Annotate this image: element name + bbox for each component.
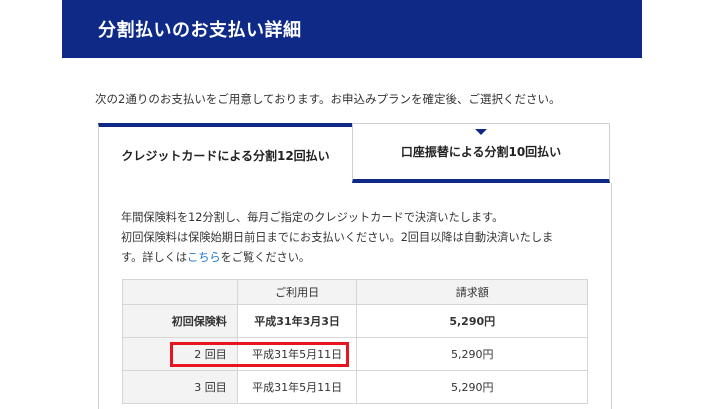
- column-header: [122, 279, 238, 305]
- tab-credit-card-12[interactable]: クレジットカードによる分割12回払い: [98, 123, 352, 183]
- row-label: 初回保険料: [122, 304, 238, 338]
- payment-schedule-table: ご利用日 請求額 初回保険料 平成31年3月3日 5,290円 2 回目 平成3…: [122, 279, 588, 404]
- table-row: 3 回目 平成31年5月11日 5,290円: [122, 370, 588, 404]
- column-header: 請求額: [356, 279, 588, 305]
- table-header-row: ご利用日 請求額: [122, 279, 588, 305]
- row-amount: 5,290円: [356, 337, 588, 371]
- table-row: 初回保険料 平成31年3月3日 5,290円: [122, 304, 588, 338]
- page-title: 分割払いのお支払い詳細: [98, 20, 302, 41]
- caret-down-icon: [475, 129, 487, 135]
- row-label: 2 回目: [122, 337, 238, 371]
- row-date: 平成31年3月3日: [236, 304, 358, 338]
- table-row: 2 回目 平成31年5月11日 5,290円: [122, 337, 588, 371]
- tab-label: 口座振替による分割10回払い: [400, 145, 562, 159]
- tab-panel-credit-card: 年間保険料を12分割し、毎月ご指定のクレジットカードで決済いたします。 初回保険…: [98, 183, 612, 409]
- tab-label: クレジットカードによる分割12回払い: [121, 148, 330, 163]
- row-date: 平成31年5月11日: [236, 337, 358, 371]
- column-header: ご利用日: [236, 279, 358, 305]
- desc-line: 初回保険料は保険始期日前日までにお支払いください。2回目以降は自動決済いたしま: [121, 231, 554, 244]
- desc-text: をご覧ください。: [220, 251, 311, 264]
- details-link[interactable]: こちら: [187, 251, 221, 264]
- row-label: 3 回目: [122, 370, 238, 404]
- intro-text: 次の2通りのお支払いをご用意しております。お申込みプランを確定後、ご選択ください…: [95, 92, 561, 106]
- page-header: 分割払いのお支払い詳細: [62, 0, 642, 58]
- row-date: 平成31年5月11日: [236, 370, 358, 404]
- desc-line: す。詳しくはこちらをご覧ください。: [121, 248, 591, 268]
- panel-description: 年間保険料を12分割し、毎月ご指定のクレジットカードで決済いたします。 初回保険…: [121, 208, 591, 268]
- desc-line: 年間保険料を12分割し、毎月ご指定のクレジットカードで決済いたします。: [121, 211, 504, 224]
- desc-text: す。詳しくは: [121, 251, 188, 264]
- payment-tabs: クレジットカードによる分割12回払い 口座振替による分割10回払い: [98, 123, 612, 183]
- row-amount: 5,290円: [356, 304, 588, 338]
- row-amount: 5,290円: [356, 370, 588, 404]
- tab-bank-transfer-10[interactable]: 口座振替による分割10回払い: [352, 123, 610, 183]
